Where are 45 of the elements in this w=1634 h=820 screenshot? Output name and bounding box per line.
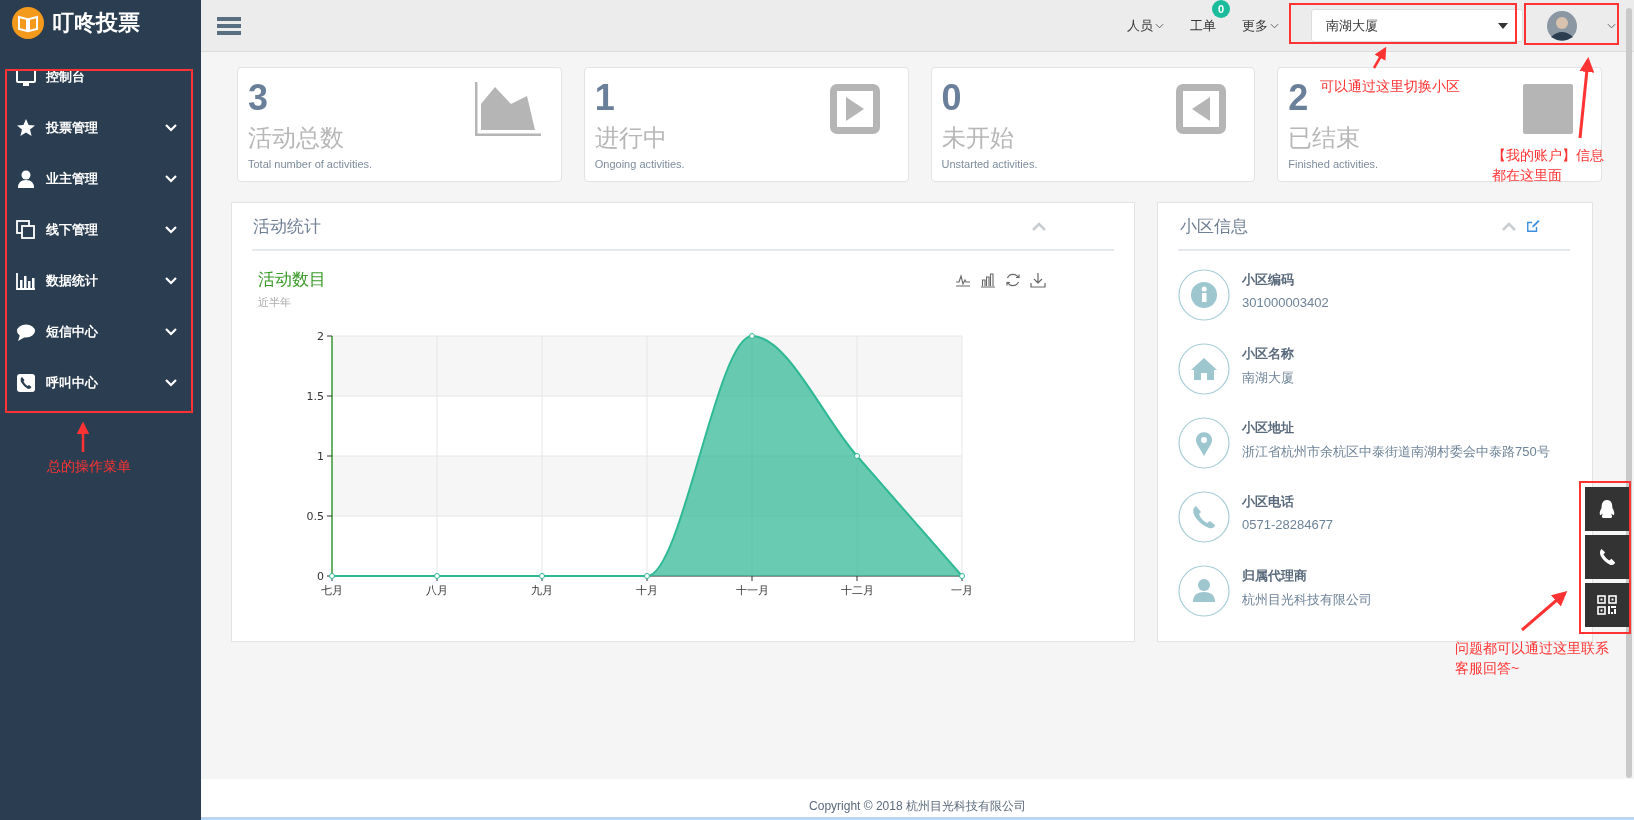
chart-subtitle: 近半年 bbox=[258, 295, 292, 310]
axis-label: 0 bbox=[317, 570, 324, 583]
axis-label: 九月 bbox=[531, 584, 553, 597]
count-badge: 0 bbox=[1212, 0, 1230, 18]
axis-label: 七月 bbox=[321, 584, 343, 597]
info-value: 杭州目光科技有限公司 bbox=[1242, 591, 1372, 609]
axis-label: 0.5 bbox=[306, 510, 324, 523]
stat-title: 已结束 bbox=[1288, 123, 1362, 153]
chart-title: 活动数目 bbox=[258, 269, 326, 291]
info-value: 浙江省杭州市余杭区中泰街道南湖村委会中泰路750号 bbox=[1242, 443, 1550, 461]
annotation-text: 【我的账户】信息 都在这里面 bbox=[1492, 146, 1604, 185]
axis-label: 十月 bbox=[636, 584, 658, 597]
stat-subtitle: Total number of activities. bbox=[248, 158, 373, 170]
info-value: 0571-28284677 bbox=[1242, 517, 1334, 532]
axis-label: 2 bbox=[317, 330, 324, 343]
copyright-text: Copyright © 2018 杭州目光科技有限公司 bbox=[809, 798, 1026, 815]
annotation-text: 可以通过这里切换小区 bbox=[1320, 77, 1460, 96]
stat-value: 2 bbox=[1288, 78, 1309, 118]
stat-title: 未开始 bbox=[941, 123, 1015, 153]
stat-value: 3 bbox=[248, 78, 269, 118]
stat-title: 活动总数 bbox=[248, 123, 345, 153]
info-label: 小区电话 bbox=[1242, 493, 1295, 511]
axis-label: 八月 bbox=[426, 584, 448, 597]
stat-subtitle: Ongoing activities. bbox=[594, 158, 685, 170]
info-value: 301000003402 bbox=[1242, 295, 1329, 310]
app-title: 叮咚投票 bbox=[52, 9, 140, 37]
panel-title: 活动统计 bbox=[252, 215, 321, 238]
annotation-text: 问题都可以通过这里联系 客服回答~ bbox=[1455, 639, 1609, 678]
axis-label: 十二月 bbox=[840, 584, 874, 597]
axis-label: 十一月 bbox=[735, 584, 769, 597]
info-label: 小区地址 bbox=[1242, 419, 1295, 437]
info-label: 小区编码 bbox=[1242, 271, 1295, 289]
stat-value: 0 bbox=[941, 78, 962, 118]
stat-subtitle: Unstarted activities. bbox=[941, 158, 1038, 170]
panel-title: 小区信息 bbox=[1180, 215, 1248, 238]
stat-title: 进行中 bbox=[594, 123, 668, 153]
stat-subtitle: Finished activities. bbox=[1288, 158, 1379, 170]
info-label: 归属代理商 bbox=[1242, 567, 1308, 585]
info-label: 小区名称 bbox=[1242, 345, 1294, 363]
info-value: 南湖大厦 bbox=[1242, 369, 1294, 387]
axis-label: 1 bbox=[317, 450, 324, 463]
axis-label: 一月 bbox=[951, 584, 973, 597]
axis-label: 1.5 bbox=[306, 390, 324, 403]
annotation-text: 总的操作菜单 bbox=[47, 457, 131, 476]
stat-value: 1 bbox=[594, 78, 615, 118]
